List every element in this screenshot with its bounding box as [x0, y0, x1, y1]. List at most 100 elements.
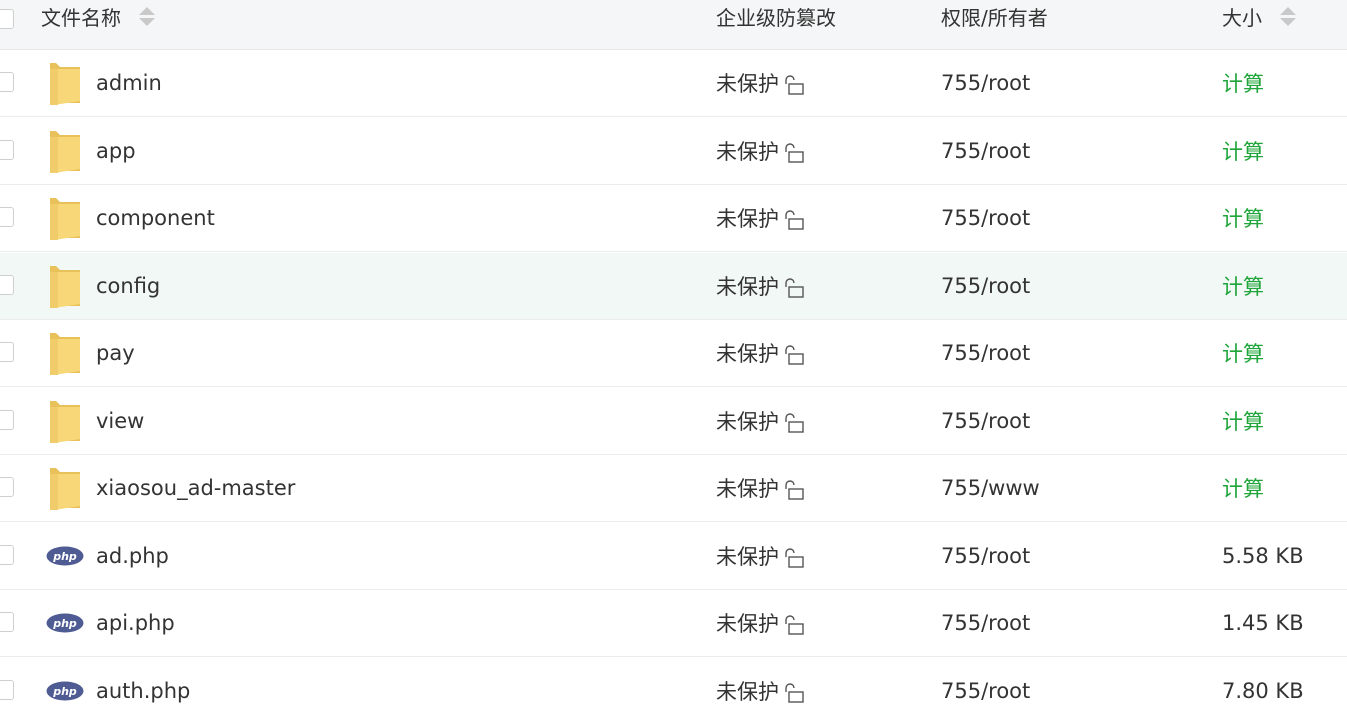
file-name-cell[interactable]: pay [96, 320, 135, 386]
perm-cell[interactable]: 755/root [941, 388, 1030, 454]
file-name[interactable]: app [96, 139, 136, 163]
table-row[interactable]: xiaosou_ad-master 未保护 755/www 计算 [0, 455, 1347, 522]
unlock-icon[interactable] [783, 547, 805, 568]
unlock-icon[interactable] [783, 682, 805, 703]
size-cell[interactable]: 计算 [1222, 455, 1264, 521]
row-checkbox[interactable] [0, 139, 14, 160]
file-name[interactable]: pay [96, 341, 135, 365]
perm-owner[interactable]: 755/root [941, 611, 1030, 635]
file-name-cell[interactable]: auth.php [96, 658, 190, 715]
row-checkbox[interactable] [0, 612, 14, 632]
protect-status[interactable]: 未保护 [716, 338, 779, 368]
protect-status[interactable]: 未保护 [716, 541, 779, 571]
row-checkbox[interactable] [0, 679, 14, 700]
file-name-cell[interactable]: component [96, 185, 215, 251]
file-name[interactable]: config [96, 274, 160, 298]
table-row[interactable]: app 未保护 755/root 计算 [0, 117, 1347, 185]
unlock-icon[interactable] [783, 75, 805, 95]
file-name-cell[interactable]: config [96, 253, 160, 319]
column-header-size[interactable]: 大小 [1222, 0, 1296, 41]
perm-owner[interactable]: 755/root [941, 679, 1030, 703]
file-name-cell[interactable]: view [96, 388, 144, 454]
calculate-size-link[interactable]: 计算 [1222, 203, 1264, 233]
size-cell[interactable]: 计算 [1222, 50, 1264, 116]
size-cell[interactable]: 计算 [1222, 118, 1264, 184]
protect-status[interactable]: 未保护 [716, 271, 779, 301]
protect-cell[interactable]: 未保护 [716, 590, 805, 656]
file-name[interactable]: xiaosou_ad-master [96, 476, 295, 500]
perm-owner[interactable]: 755/root [941, 544, 1030, 568]
file-name[interactable]: ad.php [96, 544, 169, 568]
file-name-cell[interactable]: ad.php [96, 523, 169, 589]
perm-cell[interactable]: 755/root [941, 50, 1030, 116]
size-cell[interactable]: 计算 [1222, 320, 1264, 386]
perm-owner[interactable]: 755/root [941, 71, 1030, 95]
calculate-size-link[interactable]: 计算 [1222, 68, 1264, 98]
unlock-icon[interactable] [783, 345, 805, 365]
size-cell[interactable]: 计算 [1222, 388, 1264, 454]
protect-cell[interactable]: 未保护 [716, 455, 805, 521]
table-row[interactable]: php api.php 未保护 755/root 1.45 KB [0, 590, 1347, 657]
calculate-size-link[interactable]: 计算 [1222, 338, 1264, 368]
perm-cell[interactable]: 755/root [941, 523, 1030, 589]
select-all-checkbox[interactable] [0, 8, 14, 29]
protect-cell[interactable]: 未保护 [716, 185, 805, 251]
unlock-icon[interactable] [783, 412, 805, 433]
protect-cell[interactable]: 未保护 [716, 658, 805, 715]
perm-owner[interactable]: 755/www [941, 476, 1040, 500]
perm-cell[interactable]: 755/root [941, 185, 1030, 251]
perm-cell[interactable]: 755/root [941, 658, 1030, 715]
calculate-size-link[interactable]: 计算 [1222, 271, 1264, 301]
protect-cell[interactable]: 未保护 [716, 253, 805, 319]
file-name-cell[interactable]: admin [96, 50, 162, 116]
perm-owner[interactable]: 755/root [941, 139, 1030, 163]
protect-status[interactable]: 未保护 [716, 203, 779, 233]
unlock-icon[interactable] [783, 277, 805, 298]
protect-status[interactable]: 未保护 [716, 473, 779, 503]
protect-status[interactable]: 未保护 [716, 136, 779, 166]
row-checkbox[interactable] [0, 72, 14, 92]
row-checkbox[interactable] [0, 544, 14, 565]
unlock-icon[interactable] [783, 615, 805, 635]
protect-status[interactable]: 未保护 [716, 68, 779, 98]
row-checkbox[interactable] [0, 207, 14, 227]
file-name[interactable]: api.php [96, 611, 175, 635]
file-name-cell[interactable]: xiaosou_ad-master [96, 455, 295, 521]
calculate-size-link[interactable]: 计算 [1222, 136, 1264, 166]
table-row[interactable]: admin 未保护 755/root 计算 [0, 50, 1347, 117]
table-row[interactable]: component 未保护 755/root 计算 [0, 185, 1347, 252]
file-name[interactable]: admin [96, 71, 162, 95]
size-cell[interactable]: 计算 [1222, 253, 1264, 319]
perm-owner[interactable]: 755/root [941, 409, 1030, 433]
table-row[interactable]: pay 未保护 755/root 计算 [0, 320, 1347, 387]
sort-icon[interactable] [139, 7, 155, 26]
calculate-size-link[interactable]: 计算 [1222, 473, 1264, 503]
protect-cell[interactable]: 未保护 [716, 388, 805, 454]
file-name-cell[interactable]: app [96, 118, 136, 184]
table-row[interactable]: php ad.php 未保护 755/root 5.58 KB [0, 522, 1347, 590]
protect-cell[interactable]: 未保护 [716, 118, 805, 184]
perm-owner[interactable]: 755/root [941, 274, 1030, 298]
row-checkbox[interactable] [0, 477, 14, 497]
perm-cell[interactable]: 755/root [941, 118, 1030, 184]
table-row[interactable]: config 未保护 755/root 计算 [0, 252, 1347, 320]
unlock-icon[interactable] [783, 142, 805, 163]
protect-cell[interactable]: 未保护 [716, 50, 805, 116]
perm-owner[interactable]: 755/root [941, 206, 1030, 230]
protect-status[interactable]: 未保护 [716, 608, 779, 638]
column-header-name[interactable]: 文件名称 [41, 0, 155, 41]
protect-cell[interactable]: 未保护 [716, 523, 805, 589]
table-row[interactable]: php auth.php 未保护 755/root 7.80 KB [0, 657, 1347, 715]
sort-icon[interactable] [1280, 7, 1296, 26]
file-name[interactable]: auth.php [96, 679, 190, 703]
perm-cell[interactable]: 755/root [941, 253, 1030, 319]
unlock-icon[interactable] [783, 480, 805, 500]
protect-cell[interactable]: 未保护 [716, 320, 805, 386]
perm-cell[interactable]: 755/root [941, 320, 1030, 386]
file-name-cell[interactable]: api.php [96, 590, 175, 656]
table-row[interactable]: view 未保护 755/root 计算 [0, 387, 1347, 455]
unlock-icon[interactable] [783, 210, 805, 230]
size-cell[interactable]: 计算 [1222, 185, 1264, 251]
row-checkbox[interactable] [0, 274, 14, 295]
file-name[interactable]: view [96, 409, 144, 433]
